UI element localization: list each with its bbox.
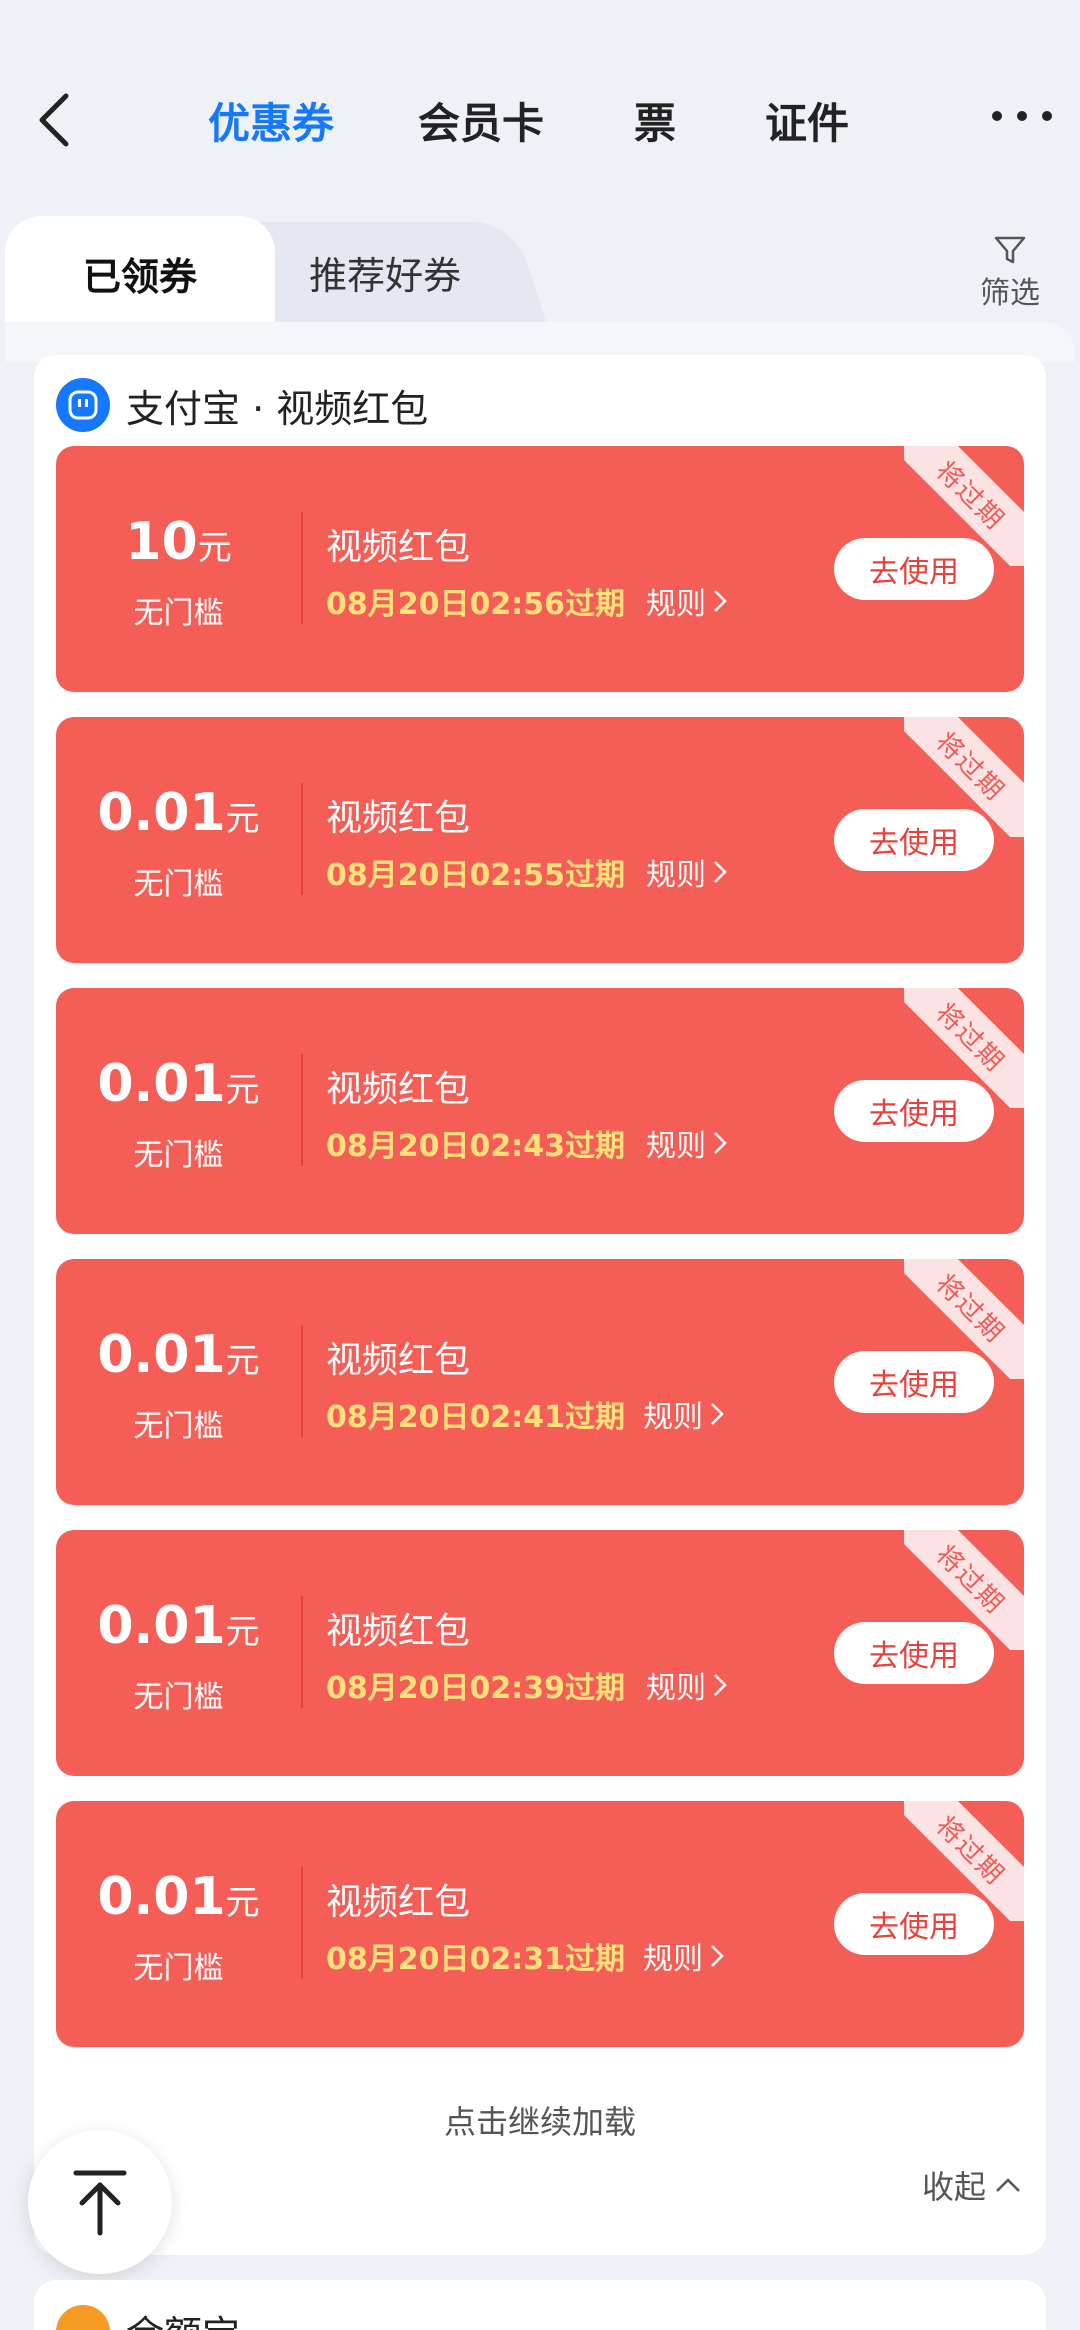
chevron-right-icon [714, 1132, 727, 1154]
coupon-rule-link[interactable]: 规则 [646, 1663, 728, 1707]
coupon-amount: 0.01元 [97, 783, 260, 843]
coupon-card[interactable]: 0.01元 无门槛 视频红包 08月20日02:39过期 规则 去使用 将过期 [56, 1530, 1024, 1776]
group-title: 支付宝 · 视频红包 [126, 386, 429, 431]
more-dot-icon [992, 111, 1002, 121]
tab-documents[interactable]: 证件 [765, 90, 849, 150]
coupon-expiry: 08月20日02:39过期 [326, 1671, 625, 1706]
tab-coupons-label: 优惠券 [208, 99, 335, 148]
coupon-divider [301, 783, 303, 895]
chevron-right-icon [714, 1674, 727, 1696]
coupon-amount: 0.01元 [97, 1325, 260, 1385]
coupon-card[interactable]: 0.01元 无门槛 视频红包 08月20日02:55过期 规则 去使用 将过期 [56, 717, 1024, 963]
alipay-logo-icon [56, 378, 110, 432]
arrow-up-to-top-icon [73, 2170, 127, 2236]
chevron-right-icon [711, 1403, 724, 1425]
coupon-expiry: 08月20日02:31过期 [326, 1942, 625, 1977]
subtab-received-label: 已领券 [82, 255, 197, 299]
yuebao-logo-icon [56, 2304, 110, 2330]
filter-label: 筛选 [980, 276, 1040, 311]
coupon-card[interactable]: 0.01元 无门槛 视频红包 08月20日02:43过期 规则 去使用 将过期 [56, 988, 1024, 1234]
more-dot-icon [1017, 111, 1027, 121]
coupon-name: 视频红包 [326, 798, 471, 839]
coupon-rule-link[interactable]: 规则 [646, 579, 728, 623]
tab-documents-label: 证件 [765, 99, 850, 148]
tab-coupons[interactable]: 优惠券 [208, 90, 334, 150]
more-options-button[interactable] [992, 96, 1052, 136]
coupon-expiry: 08月20日02:56过期 [326, 587, 625, 622]
coupon-threshold: 无门槛 [133, 1138, 224, 1173]
load-more-button[interactable]: 点击继续加载 [34, 2097, 1046, 2143]
coupon-divider [301, 1054, 303, 1166]
coupon-name: 视频红包 [326, 1882, 471, 1923]
coupon-name: 视频红包 [326, 527, 471, 568]
more-dot-icon [1042, 111, 1052, 121]
tab-tickets[interactable]: 票 [634, 90, 676, 150]
chevron-right-icon [714, 590, 727, 612]
coupon-rule-label: 规则 [643, 1942, 703, 1977]
coupon-name: 视频红包 [326, 1069, 471, 1110]
next-group-title: 余额宝 [126, 2304, 240, 2330]
coupon-amount: 10元 [125, 512, 232, 572]
coupon-threshold: 无门槛 [133, 1951, 224, 1986]
tab-tickets-label: 票 [634, 99, 677, 148]
coupon-rule-link[interactable]: 规则 [643, 1392, 725, 1436]
subtab-recommended-label: 推荐好券 [308, 253, 461, 298]
tab-member-cards-label: 会员卡 [418, 99, 545, 148]
filter-button[interactable]: 筛选 [970, 232, 1050, 322]
coupon-threshold: 无门槛 [133, 867, 224, 902]
coupon-card[interactable]: 0.01元 无门槛 视频红包 08月20日02:41过期 规则 去使用 将过期 [56, 1259, 1024, 1505]
coupon-rule-label: 规则 [646, 1129, 706, 1164]
expiring-badge: 将过期 [904, 1259, 1024, 1379]
chevron-right-icon [711, 1945, 724, 1967]
coupon-card[interactable]: 0.01元 无门槛 视频红包 08月20日02:31过期 规则 去使用 将过期 [56, 1801, 1024, 2047]
scroll-to-top-button[interactable] [28, 2130, 172, 2274]
coupon-rule-label: 规则 [646, 587, 706, 622]
top-nav-bar: 优惠券 会员卡 票 证件 [0, 60, 1080, 180]
coupon-name: 视频红包 [326, 1340, 471, 1381]
coupon-expiry: 08月20日02:41过期 [326, 1400, 625, 1435]
coupon-amount: 0.01元 [97, 1867, 260, 1927]
collapse-label: 收起 [921, 2168, 986, 2206]
collapse-button[interactable]: 收起 [922, 2162, 1022, 2208]
coupon-rule-label: 规则 [646, 1671, 706, 1706]
subtab-received[interactable]: 已领券 [5, 216, 275, 331]
coupon-rule-label: 规则 [643, 1400, 703, 1435]
expiring-badge: 将过期 [904, 1801, 1024, 1921]
coupon-divider [301, 1325, 303, 1437]
coupon-rule-link[interactable]: 规则 [646, 1121, 728, 1165]
coupon-rule-link[interactable]: 规则 [643, 1934, 725, 1978]
expiring-badge: 将过期 [904, 717, 1024, 837]
coupon-divider [301, 1596, 303, 1708]
coupon-threshold: 无门槛 [133, 1680, 224, 1715]
chevron-left-icon [39, 93, 69, 147]
tab-member-cards[interactable]: 会员卡 [418, 90, 544, 150]
next-coupon-group-card: 余额宝 [34, 2280, 1046, 2330]
expiring-badge: 将过期 [904, 988, 1024, 1108]
coupon-rule-link[interactable]: 规则 [646, 850, 728, 894]
expiring-badge: 将过期 [904, 446, 1024, 566]
back-button[interactable] [28, 90, 78, 150]
filter-icon [994, 236, 1026, 264]
coupon-expiry: 08月20日02:43过期 [326, 1129, 625, 1164]
coupon-threshold: 无门槛 [133, 1409, 224, 1444]
coupon-name: 视频红包 [326, 1611, 471, 1652]
coupon-threshold: 无门槛 [133, 596, 224, 631]
coupon-divider [301, 1867, 303, 1979]
coupon-group-card: 支付宝 · 视频红包 10元 无门槛 视频红包 08月20日02:56过期 规则… [34, 355, 1046, 2255]
coupon-divider [301, 512, 303, 624]
group-header: 支付宝 · 视频红包 [56, 373, 428, 437]
coupon-amount: 0.01元 [97, 1054, 260, 1114]
expiring-badge: 将过期 [904, 1530, 1024, 1650]
coupon-expiry: 08月20日02:55过期 [326, 858, 625, 893]
coupon-card[interactable]: 10元 无门槛 视频红包 08月20日02:56过期 规则 去使用 将过期 [56, 446, 1024, 692]
chevron-right-icon [714, 861, 727, 883]
coupon-subtabs: 推荐好券 已领券 筛选 [0, 210, 1080, 331]
coupon-rule-label: 规则 [646, 858, 706, 893]
chevron-up-icon [996, 2178, 1020, 2192]
next-group-header: 余额宝 [56, 2304, 240, 2330]
coupon-amount: 0.01元 [97, 1596, 260, 1656]
